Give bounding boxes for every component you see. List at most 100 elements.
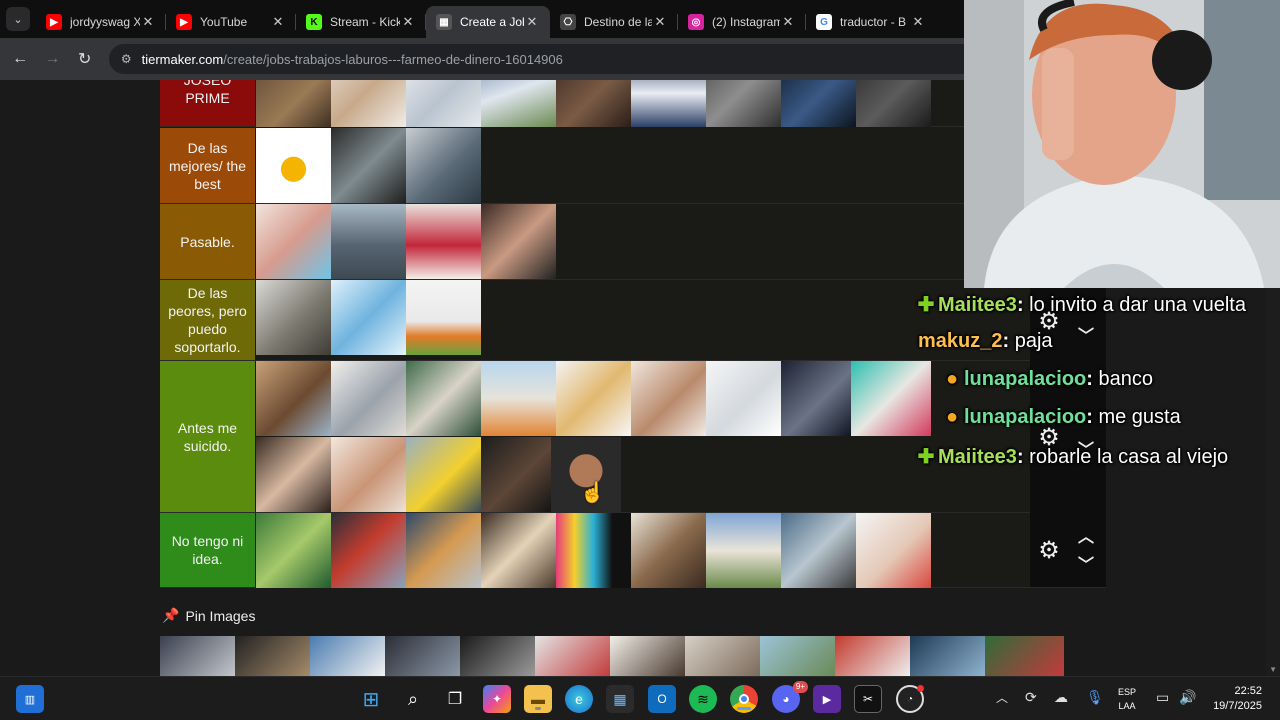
job-image-thumb[interactable]: [310, 636, 385, 676]
job-image-thumb[interactable]: [535, 636, 610, 676]
discord-icon[interactable]: ◕ 9+: [772, 681, 808, 713]
edge-icon[interactable]: e: [565, 685, 593, 713]
close-icon[interactable]: ✕: [524, 14, 540, 30]
close-icon[interactable]: ✕: [652, 14, 668, 30]
job-image-thumb[interactable]: [406, 280, 481, 355]
chevron-down-icon[interactable]: ﹀: [1074, 553, 1098, 574]
back-arrow-icon[interactable]: ←: [4, 42, 36, 76]
job-image-thumb[interactable]: [556, 80, 631, 127]
job-image-thumb[interactable]: [256, 204, 331, 279]
close-icon[interactable]: ✕: [140, 14, 156, 30]
tier-label[interactable]: De las mejores/ the best: [160, 128, 255, 203]
browser-tab[interactable]: G traductor - B ✕: [806, 6, 936, 38]
job-image-thumb[interactable]: [556, 513, 631, 588]
job-image-thumb[interactable]: [406, 513, 481, 588]
chevron-down-icon[interactable]: ﹀: [1074, 324, 1098, 345]
job-image-thumb[interactable]: [331, 80, 406, 127]
network-icon[interactable]: ▭: [1156, 689, 1169, 706]
spotify-icon[interactable]: ≋: [689, 685, 717, 713]
close-icon[interactable]: ✕: [400, 14, 416, 30]
outlook-icon[interactable]: O: [648, 685, 676, 713]
job-image-thumb[interactable]: [856, 513, 931, 588]
job-image-thumb[interactable]: [406, 437, 481, 512]
chrome-icon[interactable]: [730, 685, 758, 713]
job-image-thumb[interactable]: [331, 437, 406, 512]
scroll-down-icon[interactable]: ▼: [1269, 665, 1277, 674]
job-image-thumb[interactable]: [160, 636, 235, 676]
onedrive-icon[interactable]: ☁: [1054, 689, 1068, 706]
volume-icon[interactable]: 🔊: [1179, 689, 1196, 706]
job-image-thumb[interactable]: [481, 80, 556, 127]
obs-app-icon[interactable]: ▶: [813, 685, 841, 713]
close-icon[interactable]: ✕: [270, 14, 286, 30]
job-image-thumb[interactable]: [631, 513, 706, 588]
job-image-thumb[interactable]: [256, 437, 331, 512]
job-image-thumb[interactable]: [406, 128, 481, 203]
browser-tab[interactable]: ▶ jordyyswag X ✕: [36, 6, 166, 38]
address-bar[interactable]: ⚙ tiermaker.com/create/jobs-trabajos-lab…: [108, 44, 964, 74]
job-image-thumb[interactable]: [256, 280, 331, 355]
site-info-icon[interactable]: ⚙: [121, 52, 132, 66]
tier-label[interactable]: JOSEO PRIME: [160, 80, 255, 126]
task-view-icon[interactable]: ❐: [441, 685, 469, 713]
job-image-thumb[interactable]: [481, 513, 556, 588]
job-image-thumb[interactable]: [331, 513, 406, 588]
search-icon[interactable]: ⌕: [399, 685, 427, 713]
job-image-thumb[interactable]: [256, 128, 331, 203]
job-image-thumb[interactable]: [481, 437, 551, 512]
job-image-thumb[interactable]: [631, 361, 706, 436]
job-image-thumb[interactable]: [331, 204, 406, 279]
tier-label[interactable]: Pasable.: [160, 204, 255, 279]
job-image-thumb[interactable]: [856, 80, 931, 127]
job-image-thumb[interactable]: [481, 361, 556, 436]
copilot-icon[interactable]: ✦: [483, 685, 511, 713]
job-image-thumb[interactable]: [781, 513, 856, 588]
job-image-thumb[interactable]: [406, 361, 481, 436]
job-image-thumb[interactable]: [235, 636, 310, 676]
tier-label[interactable]: De las peores, pero puedo soportarlo.: [160, 280, 255, 360]
file-explorer-icon[interactable]: ▬: [524, 685, 552, 713]
widgets-icon[interactable]: ▥: [16, 685, 44, 713]
job-image-thumb[interactable]: [781, 361, 851, 436]
job-image-thumb[interactable]: [385, 636, 460, 676]
job-image-thumb[interactable]: [256, 80, 331, 127]
job-image-thumb[interactable]: [331, 361, 406, 436]
job-image-thumb[interactable]: [985, 636, 1064, 676]
job-image-thumb[interactable]: [706, 513, 781, 588]
microphone-icon[interactable]: 🎙: [1086, 689, 1104, 706]
tray-overflow-icon[interactable]: ︿: [996, 689, 1008, 706]
job-image-thumb[interactable]: [406, 80, 481, 127]
tab-search-button[interactable]: ⌄: [0, 0, 36, 38]
obs-studio-icon[interactable]: ◔: [896, 685, 924, 713]
windows-start-icon[interactable]: ⊞: [357, 685, 385, 713]
job-image-thumb[interactable]: [256, 361, 331, 436]
store-icon[interactable]: ▦: [606, 685, 634, 713]
job-image-thumb[interactable]: [706, 361, 781, 436]
job-image-thumb[interactable]: [685, 636, 760, 676]
job-image-thumb[interactable]: [331, 128, 406, 203]
job-image-thumb[interactable]: [781, 80, 856, 127]
input-language[interactable]: ESP LAA: [1118, 685, 1136, 713]
gear-icon[interactable]: ⚙: [1036, 537, 1062, 564]
reload-icon[interactable]: ↻: [69, 42, 101, 76]
job-image-thumb[interactable]: [460, 636, 535, 676]
chevron-up-icon[interactable]: ︿: [1074, 525, 1098, 546]
tier-label[interactable]: No tengo ni idea.: [160, 513, 255, 587]
browser-tab[interactable]: ⎔ Destino de la ✕: [550, 6, 678, 38]
forward-arrow-icon[interactable]: →: [36, 42, 68, 76]
job-image-thumb[interactable]: [256, 513, 331, 588]
sync-icon[interactable]: ⟳: [1025, 689, 1037, 706]
close-icon[interactable]: ✕: [780, 14, 796, 30]
job-image-thumb[interactable]: [406, 204, 481, 279]
browser-tab[interactable]: ◎ (2) Instagram ✕: [678, 6, 806, 38]
job-image-thumb[interactable]: [835, 636, 910, 676]
job-image-thumb[interactable]: [851, 361, 931, 436]
job-image-thumb[interactable]: [556, 361, 631, 436]
job-image-thumb[interactable]: [481, 204, 556, 279]
browser-tab[interactable]: K Stream - Kick ✕: [296, 6, 426, 38]
browser-tab[interactable]: ▶ YouTube ✕: [166, 6, 296, 38]
job-image-thumb[interactable]: [760, 636, 835, 676]
job-image-thumb[interactable]: [610, 636, 685, 676]
browser-tab-active[interactable]: ▦ Create a Jobs ✕: [426, 6, 550, 38]
job-image-thumb[interactable]: [910, 636, 985, 676]
